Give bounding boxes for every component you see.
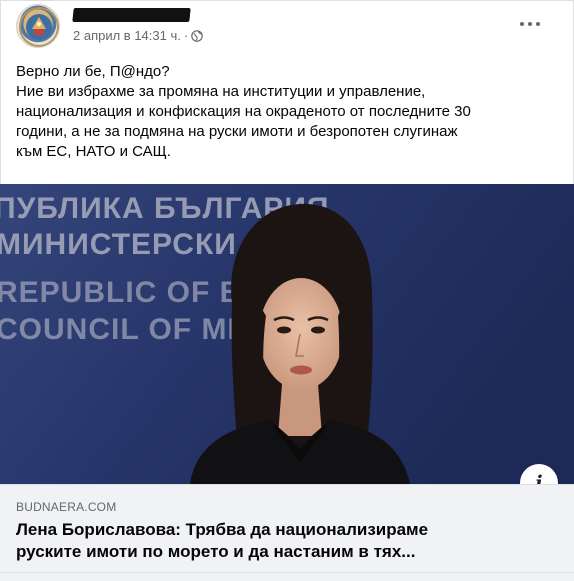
post-text-line: към ЕС, НАТО и САЩ. <box>16 143 171 160</box>
more-horizontal-icon <box>520 22 524 26</box>
more-dot <box>536 22 540 26</box>
globe-icon[interactable] <box>191 30 204 46</box>
link-domain: BUDNAERA.COM <box>16 500 117 514</box>
post-meta: 2 април в 14:31 ч. · <box>73 28 204 46</box>
link-title[interactable]: Лена Бориславова: Трябва да национализир… <box>16 519 561 563</box>
post-bottom-border <box>0 572 574 573</box>
post-timestamp[interactable]: 2 април в 14:31 ч. <box>73 28 181 43</box>
post-text-line: Верно ли бе, П@ндо? <box>16 63 170 80</box>
more-dot <box>528 22 532 26</box>
info-icon: i <box>535 472 543 484</box>
link-title-line: руските имоти по морето и да настаним в … <box>16 542 416 561</box>
crest-icon <box>19 7 59 47</box>
post-text-line: Ние ви избрахме за промяна на институции… <box>16 83 426 100</box>
facebook-post: 2 април в 14:31 ч. · Верно ли бе, П@ндо? … <box>0 0 574 581</box>
meta-separator: · <box>183 28 189 43</box>
link-preview-card[interactable]: BUDNAERA.COM Лена Бориславова: Трябва да… <box>0 484 574 581</box>
post-text-line: години, а не за подмяна на руски имоти и… <box>16 123 458 140</box>
link-preview-image[interactable]: ПУБЛИКА БЪЛГАРИЯ МИНИСТЕРСКИ СЪВЕТ REPUB… <box>0 184 574 484</box>
more-options-button[interactable] <box>512 8 548 40</box>
link-title-line: Лена Бориславова: Трябва да национализир… <box>16 520 429 539</box>
post-text-line: национализация и конфискация на окрадено… <box>16 103 471 120</box>
press-photo: ПУБЛИКА БЪЛГАРИЯ МИНИСТЕРСКИ СЪВЕТ REPUB… <box>0 184 574 484</box>
post-body-text: Верно ли бе, П@ндо? Ние ви избрахме за п… <box>16 62 561 162</box>
author-name-redacted[interactable] <box>72 8 191 22</box>
page-avatar[interactable] <box>16 4 60 48</box>
post-header: 2 април в 14:31 ч. · <box>0 0 574 56</box>
